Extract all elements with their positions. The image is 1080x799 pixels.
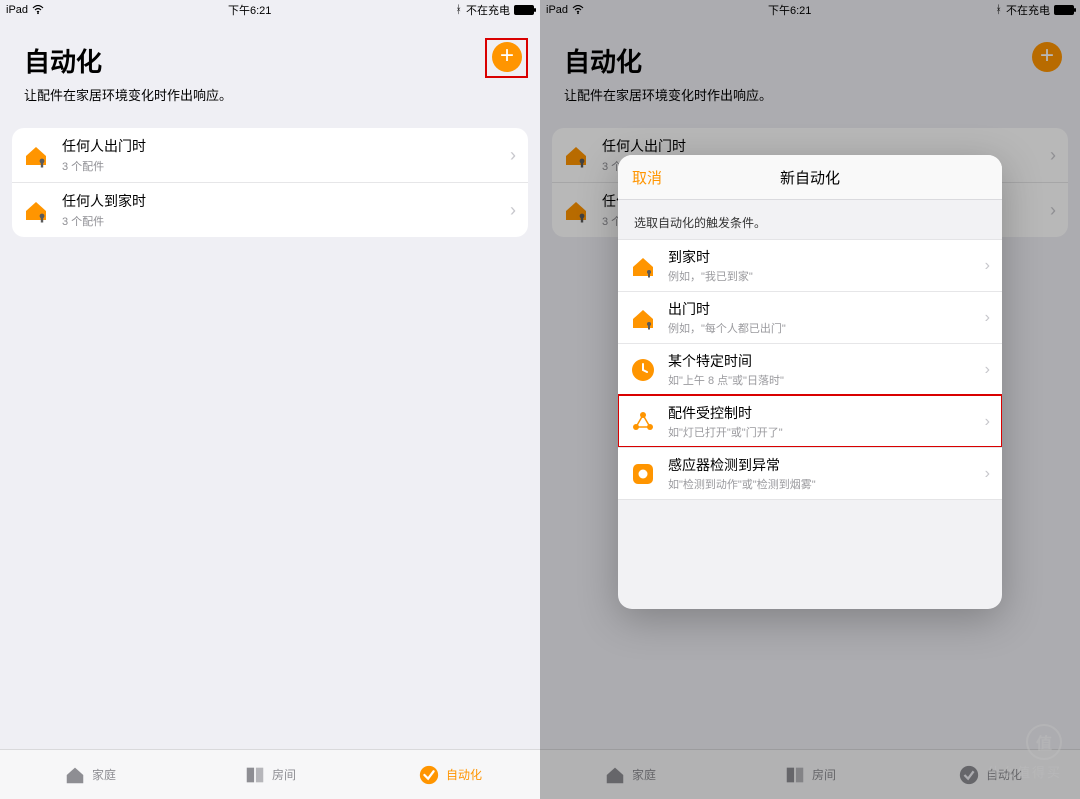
sheet-title: 新自动化 <box>780 167 840 188</box>
page-title: 自动化 <box>24 42 516 79</box>
automation-icon <box>418 764 440 786</box>
accessory-icon <box>630 409 656 435</box>
house-icon <box>64 764 86 786</box>
home-person-icon <box>22 141 50 169</box>
home-person-icon <box>22 196 50 224</box>
sheet-prompt: 选取自动化的触发条件。 <box>618 200 1002 239</box>
automation-list: 任何人出门时 3 个配件 › 任何人到家时 3 个配件 › <box>12 128 528 237</box>
chevron-right-icon: › <box>985 257 990 275</box>
add-automation-button[interactable]: + <box>492 42 522 72</box>
automation-title: 任何人出门时 <box>62 136 510 156</box>
device-name: iPad <box>6 4 28 16</box>
page-header: + 自动化 让配件在家居环境变化时作出响应。 <box>0 20 540 114</box>
status-bar: iPad 下午6:21 ᚼ 不在充电 <box>0 0 540 20</box>
cancel-button[interactable]: 取消 <box>632 167 662 188</box>
chevron-right-icon: › <box>510 200 516 221</box>
chevron-right-icon: › <box>985 361 990 379</box>
bluetooth-icon: ᚼ <box>455 4 462 16</box>
home-leave-icon <box>630 305 656 331</box>
rooms-icon <box>244 764 266 786</box>
home-arrive-icon <box>630 253 656 279</box>
sensor-icon <box>630 461 656 487</box>
charge-status: 不在充电 <box>466 2 510 18</box>
tab-home[interactable]: 家庭 <box>0 750 180 799</box>
sheet-header: 取消 新自动化 <box>618 155 1002 199</box>
automation-sub: 3 个配件 <box>62 158 510 174</box>
automation-item[interactable]: 任何人出门时 3 个配件 › <box>12 128 528 182</box>
clock: 下午6:21 <box>228 5 271 17</box>
automation-title: 任何人到家时 <box>62 191 510 211</box>
trigger-time[interactable]: 某个特定时间如"上午 8 点"或"日落时" › <box>618 343 1002 395</box>
clock-icon <box>630 357 656 383</box>
tab-bar: 家庭 房间 自动化 <box>0 749 540 799</box>
chevron-right-icon: › <box>985 465 990 483</box>
chevron-right-icon: › <box>985 413 990 431</box>
tab-rooms[interactable]: 房间 <box>180 750 360 799</box>
trigger-sensor[interactable]: 感应器检测到异常如"检测到动作"或"检测到烟雾" › <box>618 447 1002 499</box>
new-automation-sheet: 取消 新自动化 选取自动化的触发条件。 到家时例如，"我已到家" › 出门时例如… <box>618 155 1002 609</box>
pane-left: iPad 下午6:21 ᚼ 不在充电 + 自动化 让配件在家居环境变化时作出响应… <box>0 0 540 799</box>
page-subtitle: 让配件在家居环境变化时作出响应。 <box>24 85 516 104</box>
battery-icon <box>514 5 534 15</box>
automation-item[interactable]: 任何人到家时 3 个配件 › <box>12 182 528 237</box>
chevron-right-icon: › <box>510 145 516 166</box>
trigger-accessory[interactable]: 配件受控制时如"灯已打开"或"门开了" › <box>618 395 1002 447</box>
automation-sub: 3 个配件 <box>62 213 510 229</box>
trigger-leave[interactable]: 出门时例如，"每个人都已出门" › <box>618 291 1002 343</box>
pane-right: iPad 下午6:21 ᚼ不在充电 + 自动化 让配件在家居环境变化时作出响应。… <box>540 0 1080 799</box>
tab-automation[interactable]: 自动化 <box>360 750 540 799</box>
chevron-right-icon: › <box>985 309 990 327</box>
trigger-list: 到家时例如，"我已到家" › 出门时例如，"每个人都已出门" › 某个特定时间如… <box>618 239 1002 500</box>
wifi-icon <box>32 5 44 15</box>
trigger-arrive[interactable]: 到家时例如，"我已到家" › <box>618 240 1002 291</box>
